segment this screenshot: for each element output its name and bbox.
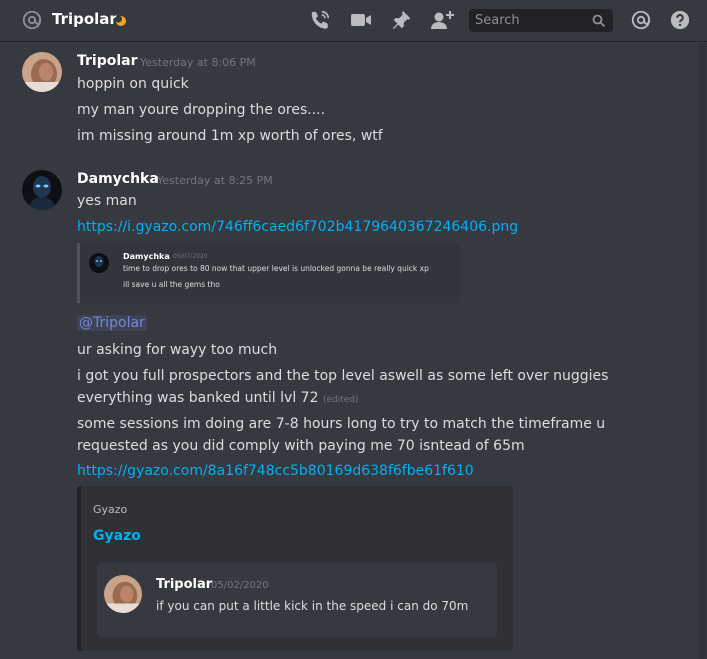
message-text-content: everything was banked until lvl 72 bbox=[77, 390, 319, 406]
avatar bbox=[89, 253, 109, 273]
pinned-messages-icon[interactable] bbox=[390, 9, 412, 35]
avatar bbox=[104, 575, 142, 613]
quoted-message-image[interactable]: Damychka 05/07/2020 time to drop ores to… bbox=[77, 243, 460, 303]
start-voice-call-icon[interactable] bbox=[309, 9, 331, 35]
embed-title-link[interactable]: Gyazo bbox=[93, 528, 141, 544]
avatar[interactable] bbox=[22, 52, 62, 92]
quote-author: Damychka bbox=[123, 252, 170, 261]
message-text: i got you full prospectors and the top l… bbox=[77, 368, 609, 384]
search-icon bbox=[592, 13, 606, 32]
embed-inner-date: 05/02/2020 bbox=[211, 580, 269, 591]
embed-image[interactable]: Tripolar 05/02/2020 if you can put a lit… bbox=[97, 563, 497, 637]
message-link[interactable]: https://i.gyazo.com/746ff6caed6f702b4179… bbox=[77, 219, 518, 235]
message-text: requested as you did comply with paying … bbox=[77, 438, 525, 454]
link-embed: Gyazo Gyazo Tripolar 05/02/2020 if you c… bbox=[77, 486, 513, 651]
help-icon[interactable] bbox=[669, 9, 691, 35]
channel-title: Tripolar bbox=[52, 10, 117, 28]
search-placeholder: Search bbox=[475, 13, 520, 28]
user-mention[interactable]: @Tripolar bbox=[77, 315, 147, 331]
message-text: everything was banked until lvl 72 (edit… bbox=[77, 390, 359, 406]
message-text: im missing around 1m xp worth of ores, w… bbox=[77, 128, 383, 144]
message-timestamp: Yesterday at 8:25 PM bbox=[157, 174, 273, 187]
start-video-call-icon[interactable] bbox=[349, 9, 373, 35]
message-text: hoppin on quick bbox=[77, 76, 189, 92]
message-timestamp: Yesterday at 8:06 PM bbox=[140, 56, 256, 69]
quote-text: ill save u all the gems tho bbox=[123, 280, 220, 289]
quote-date: 05/07/2020 bbox=[173, 253, 208, 260]
embed-inner-author: Tripolar bbox=[156, 577, 213, 592]
edited-label: (edited) bbox=[322, 395, 359, 405]
message-text: yes man bbox=[77, 193, 137, 209]
message-author[interactable]: Damychka bbox=[77, 171, 159, 187]
message-author[interactable]: Tripolar bbox=[77, 53, 138, 69]
channel-header: Tripolar Search bbox=[0, 0, 707, 41]
at-mention-channel-icon bbox=[21, 9, 43, 35]
message-link[interactable]: https://gyazo.com/8a16f748cc5b80169d638f… bbox=[77, 463, 474, 479]
message-text: my man youre dropping the ores.... bbox=[77, 102, 326, 118]
message-text: ur asking for wayy too much bbox=[77, 342, 278, 358]
message-text: some sessions im doing are 7-8 hours lon… bbox=[77, 416, 606, 432]
search-input[interactable]: Search bbox=[469, 9, 613, 32]
avatar[interactable] bbox=[22, 170, 62, 210]
add-friends-to-dm-icon[interactable] bbox=[429, 9, 455, 35]
mentions-icon[interactable] bbox=[630, 9, 652, 35]
scrollbar[interactable] bbox=[698, 44, 706, 659]
quote-text: time to drop ores to 80 now that upper l… bbox=[123, 264, 429, 273]
idle-status-icon bbox=[115, 12, 127, 31]
embed-inner-text: if you can put a little kick in the spee… bbox=[156, 599, 469, 613]
embed-provider: Gyazo bbox=[93, 503, 128, 516]
